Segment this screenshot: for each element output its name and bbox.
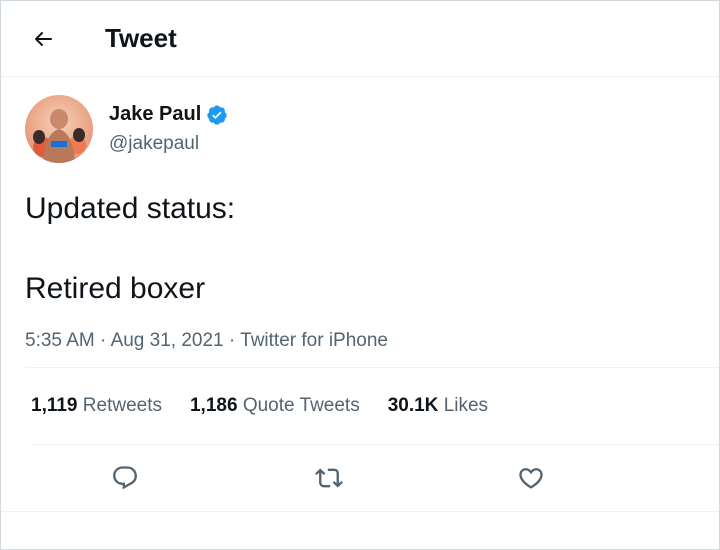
reply-button[interactable] bbox=[107, 460, 143, 496]
tweet-text-line: Retired boxer bbox=[25, 272, 206, 305]
tweet-page: Tweet Jake Paul @jakepaul Updated status… bbox=[0, 0, 720, 550]
retweets-stat[interactable]: 1,119 Retweets bbox=[31, 395, 162, 417]
avatar-image bbox=[25, 95, 93, 163]
tweet-actions bbox=[1, 445, 719, 512]
likes-stat[interactable]: 30.1K Likes bbox=[388, 395, 488, 417]
tweet-date[interactable]: Aug 31, 2021 bbox=[111, 330, 224, 351]
quote-tweets-count: 1,186 bbox=[189, 395, 238, 416]
retweets-count: 1,119 bbox=[31, 395, 78, 416]
avatar[interactable] bbox=[25, 95, 93, 163]
tweet-text-line: Updated status: bbox=[25, 192, 236, 225]
likes-count: 30.1K bbox=[387, 395, 439, 416]
likes-label: Likes bbox=[443, 395, 489, 416]
quote-tweets-stat[interactable]: 1,186 Quote Tweets bbox=[190, 395, 360, 417]
retweet-button[interactable] bbox=[311, 460, 347, 496]
author-name-row[interactable]: Jake Paul bbox=[109, 103, 228, 126]
quote-tweets-label: Quote Tweets bbox=[242, 395, 360, 416]
meta-separator: · bbox=[223, 330, 241, 351]
back-button[interactable] bbox=[25, 21, 61, 57]
verified-badge-icon bbox=[206, 104, 228, 126]
author-names: Jake Paul @jakepaul bbox=[109, 103, 228, 155]
retweets-label: Retweets bbox=[82, 395, 162, 416]
page-title: Tweet bbox=[105, 23, 177, 53]
tweet-time[interactable]: 5:35 AM bbox=[25, 330, 95, 351]
arrow-left-icon bbox=[35, 31, 52, 46]
author-handle[interactable]: @jakepaul bbox=[109, 133, 228, 155]
like-heart-icon bbox=[519, 468, 543, 489]
reply-icon bbox=[113, 466, 137, 490]
tweet-source[interactable]: Twitter for iPhone bbox=[240, 330, 388, 351]
tweet-stats: 1,119 Retweets 1,186 Quote Tweets 30.1K … bbox=[31, 368, 719, 445]
like-button[interactable] bbox=[513, 460, 549, 496]
retweet-icon bbox=[315, 468, 343, 488]
tweet-text: Updated status: Retired boxer bbox=[25, 189, 695, 309]
meta-separator: · bbox=[94, 330, 111, 351]
author-name[interactable]: Jake Paul bbox=[109, 103, 201, 126]
tweet-meta: 5:35 AM · Aug 31, 2021 · Twitter for iPh… bbox=[25, 330, 719, 368]
tweet-author: Jake Paul @jakepaul bbox=[25, 95, 719, 163]
page-header: Tweet bbox=[1, 1, 719, 77]
